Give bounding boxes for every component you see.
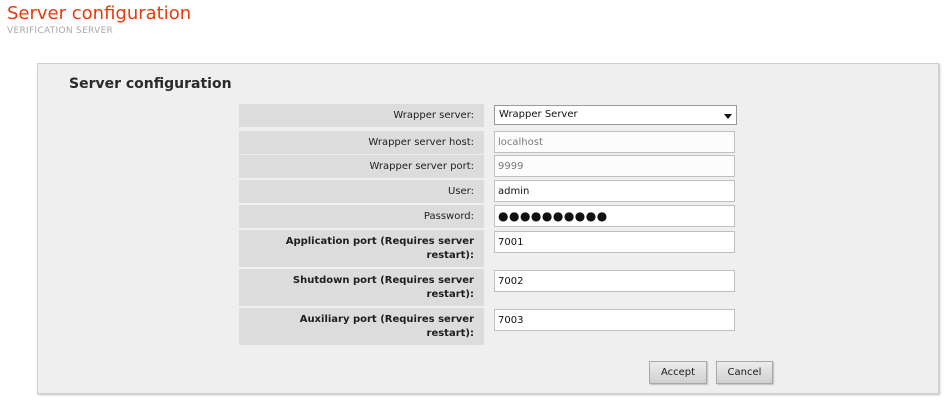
wrapper-server-selected-value: Wrapper Server (499, 109, 578, 120)
accept-button[interactable]: Accept (649, 361, 707, 384)
form-row-wrapper-server-port: Wrapper server port: (239, 155, 773, 178)
wrapper-server-port-label: Wrapper server port: (239, 155, 484, 178)
application-port-label: Application port (Requires server restar… (239, 230, 484, 267)
auxiliary-port-label: Auxiliary port (Requires server restart)… (239, 308, 484, 345)
page-subtitle: VERIFICATION SERVER (7, 26, 114, 36)
auxiliary-port-field[interactable] (494, 309, 735, 331)
shutdown-port-label: Shutdown port (Requires server restart): (239, 269, 484, 306)
user-label: User: (239, 180, 484, 203)
user-field[interactable] (494, 180, 735, 202)
wrapper-server-host-field[interactable] (494, 131, 735, 153)
form-row-shutdown-port: Shutdown port (Requires server restart): (239, 269, 773, 306)
shutdown-port-field[interactable] (494, 270, 735, 292)
wrapper-server-select[interactable]: Wrapper Server (494, 105, 737, 125)
chevron-down-icon[interactable] (724, 114, 732, 119)
wrapper-server-host-label: Wrapper server host: (239, 131, 484, 154)
password-field[interactable] (494, 205, 735, 227)
application-port-field[interactable] (494, 231, 735, 253)
wrapper-server-port-field[interactable] (494, 155, 735, 177)
page-title: Server configuration (7, 3, 192, 24)
form-row-wrapper-server-host: Wrapper server host: (239, 131, 773, 154)
wrapper-server-label: Wrapper server: (239, 104, 484, 127)
server-configuration-panel: Server configuration Wrapper server: Wra… (37, 63, 939, 394)
password-label: Password: (239, 205, 484, 228)
form-row-application-port: Application port (Requires server restar… (239, 230, 773, 267)
form-row-auxiliary-port: Auxiliary port (Requires server restart)… (239, 308, 773, 345)
panel-heading: Server configuration (69, 76, 232, 92)
form-row-password: Password: (239, 205, 773, 228)
form-row-user: User: (239, 180, 773, 203)
form-row-wrapper-server: Wrapper server: Wrapper Server (239, 104, 773, 127)
cancel-button[interactable]: Cancel (716, 361, 773, 384)
